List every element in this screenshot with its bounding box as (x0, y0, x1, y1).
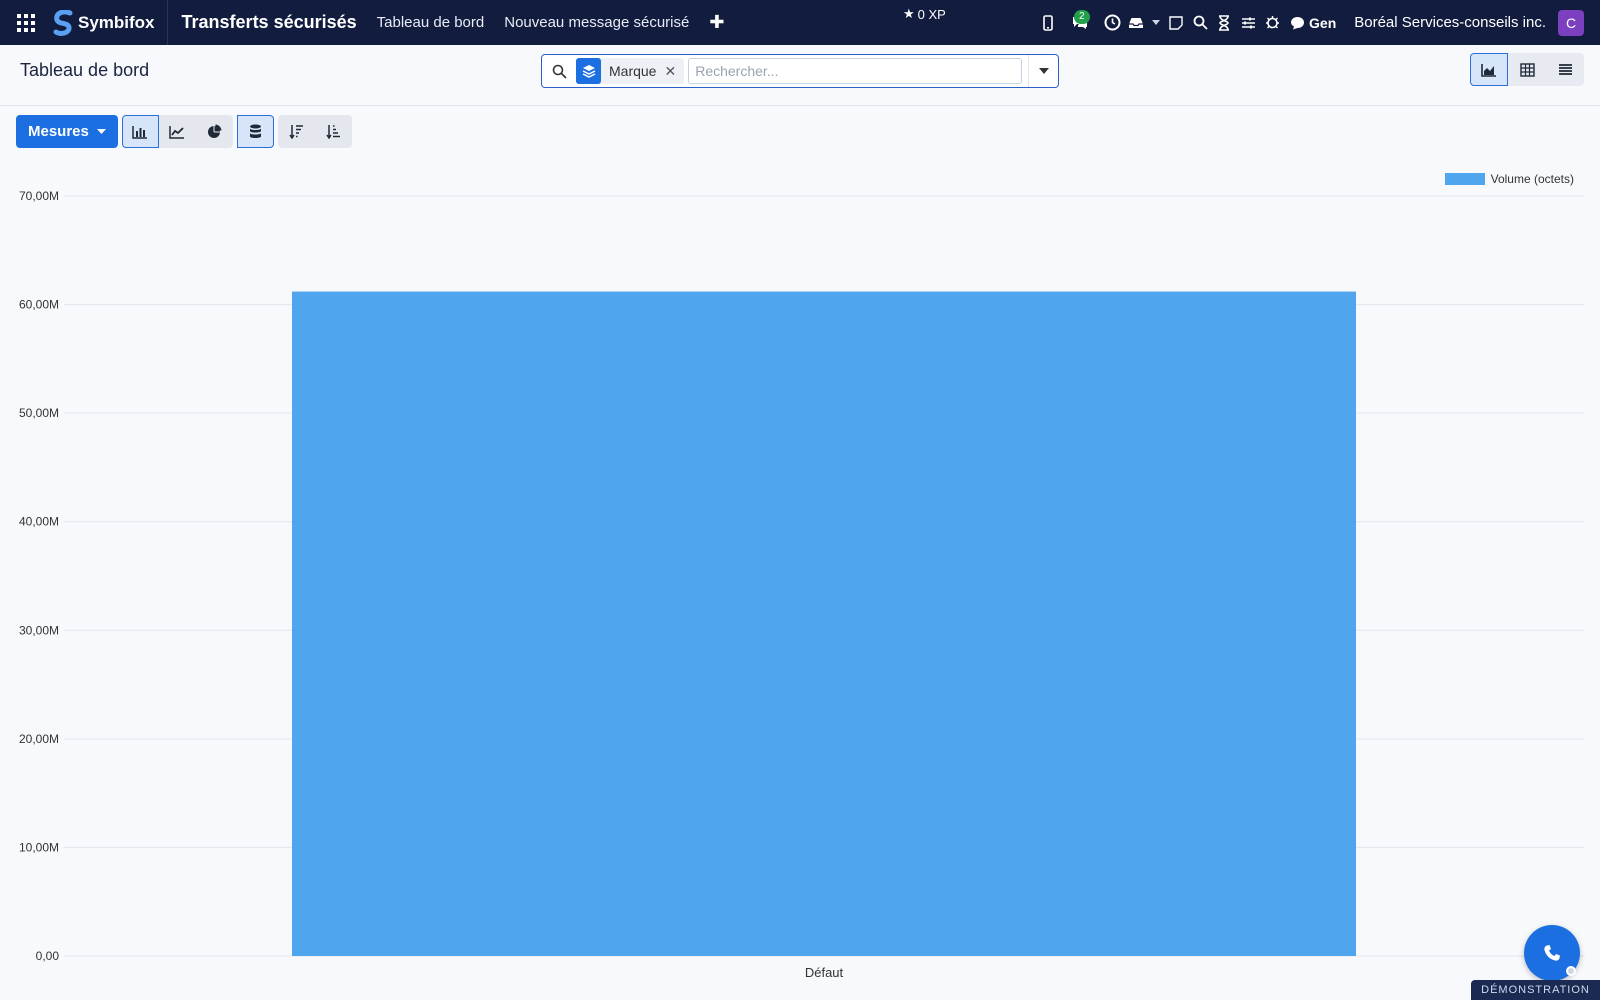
inbox-dropdown-button[interactable] (1148, 0, 1164, 45)
bar-chart-icon (132, 125, 148, 139)
area-chart-icon (1481, 63, 1496, 77)
chat-count-badge: 2 (1074, 10, 1090, 24)
gen-ai-button[interactable]: Gen (1290, 15, 1336, 31)
line-chart-button[interactable] (158, 115, 196, 148)
xp-label: 0 XP (917, 6, 946, 22)
y-tick-label: 40,00M (19, 515, 59, 529)
y-tick-label: 30,00M (19, 623, 59, 637)
settings-sliders-button[interactable] (1236, 0, 1260, 45)
graph-view-button[interactable] (1470, 53, 1508, 86)
user-avatar[interactable]: C (1558, 9, 1584, 36)
bar-chart-button[interactable] (121, 115, 159, 148)
hourglass-icon (1219, 14, 1230, 31)
note-icon (1169, 15, 1183, 30)
bar-chart: 0,00 10,00M 20,00M 30,00M 40,00M 50,00M 60,00M… (19, 189, 1584, 980)
mobile-button[interactable] (1036, 0, 1060, 45)
pie-chart-button[interactable] (195, 115, 233, 148)
sliders-icon (1241, 17, 1255, 28)
global-search-button[interactable] (1188, 0, 1212, 45)
search-bar: Marque ✕ (541, 54, 1059, 88)
y-tick-label: 60,00M (19, 298, 59, 312)
search-facet-groupby: Marque ✕ (576, 58, 685, 84)
apps-grid-icon (17, 13, 35, 32)
caret-down-icon (1152, 19, 1161, 25)
x-tick-label: Défaut (805, 965, 844, 980)
mobile-icon (1043, 14, 1053, 31)
symbifox-logo-icon (53, 9, 73, 36)
measures-label: Mesures (28, 123, 89, 140)
chart-type-group (121, 115, 233, 148)
measures-dropdown-button[interactable]: Mesures (16, 115, 118, 148)
view-switcher (1470, 53, 1584, 86)
brand-logo[interactable]: Symbifox (52, 0, 168, 45)
graph-toolbar: Mesures (16, 115, 356, 148)
add-menu-icon[interactable]: ✚ (709, 12, 724, 33)
nav-link-new-secure-message[interactable]: Nouveau message sécurisé (504, 14, 689, 31)
status-dot (1566, 966, 1576, 976)
caret-down-icon (96, 129, 106, 134)
y-tick-label: 50,00M (19, 406, 59, 420)
demo-ribbon: DÉMONSTRATION (1471, 980, 1600, 1000)
chart-legend[interactable]: Volume (octets) (1444, 172, 1574, 186)
search-input[interactable] (688, 58, 1022, 84)
top-navbar: Symbifox Transferts sécurisés Tableau de… (0, 0, 1600, 45)
inbox-button[interactable] (1124, 0, 1148, 45)
line-chart-icon (169, 125, 185, 139)
legend-swatch (1444, 173, 1485, 185)
database-icon (249, 124, 261, 138)
module-title[interactable]: Transferts sécurisés (182, 12, 357, 33)
stacked-group (236, 115, 274, 148)
chat-button[interactable]: 2 (1060, 0, 1100, 45)
facet-label: Marque (609, 63, 657, 79)
search-options-toggle[interactable] (1028, 55, 1058, 87)
phone-icon (1544, 945, 1560, 961)
search-bar-search-icon (542, 64, 576, 79)
notes-button[interactable] (1164, 0, 1188, 45)
sort-ascending-button[interactable] (314, 115, 352, 148)
list-view-button[interactable] (1546, 53, 1584, 86)
gen-label: Gen (1309, 14, 1337, 31)
company-switcher[interactable]: Boréal Services-conseils inc. (1354, 14, 1546, 31)
facet-remove-icon[interactable]: ✕ (664, 63, 684, 80)
list-icon (1558, 64, 1572, 75)
table-grid-icon (1519, 62, 1535, 77)
star-icon: ★ (903, 6, 915, 21)
pie-chart-icon (207, 124, 222, 138)
search-icon (1193, 15, 1208, 30)
control-panel: Tableau de bord Marque ✕ (0, 45, 1600, 106)
pivot-view-button[interactable] (1508, 53, 1546, 86)
sort-descending-icon (289, 125, 303, 139)
y-tick-label: 10,00M (19, 840, 59, 854)
y-tick-label: 0,00 (36, 949, 60, 963)
layers-icon (576, 58, 601, 84)
comment-icon (1291, 16, 1305, 29)
bug-icon (1265, 16, 1279, 29)
nav-link-dashboard[interactable]: Tableau de bord (377, 14, 485, 31)
page-title: Tableau de bord (20, 60, 150, 80)
brand-name: Symbifox (78, 12, 155, 32)
systray: 2 Gen Boréal Services-conseils inc. C (1036, 0, 1600, 45)
y-tick-label: 20,00M (19, 732, 59, 746)
inbox-icon (1129, 17, 1144, 28)
caret-down-icon (1038, 68, 1049, 74)
activity-button[interactable] (1100, 0, 1124, 45)
sort-group (277, 115, 352, 148)
bar[interactable] (292, 291, 1356, 956)
timer-button[interactable] (1212, 0, 1236, 45)
y-tick-label: 70,00M (19, 189, 59, 203)
debug-button[interactable] (1260, 0, 1284, 45)
xp-indicator[interactable]: ★ 0 XP (903, 6, 946, 22)
sort-ascending-icon (326, 125, 340, 139)
apps-menu-button[interactable] (0, 0, 52, 45)
stacked-toggle-button[interactable] (236, 115, 274, 148)
clock-icon (1104, 14, 1121, 31)
legend-label: Volume (octets) (1490, 172, 1574, 186)
sort-descending-button[interactable] (277, 115, 315, 148)
